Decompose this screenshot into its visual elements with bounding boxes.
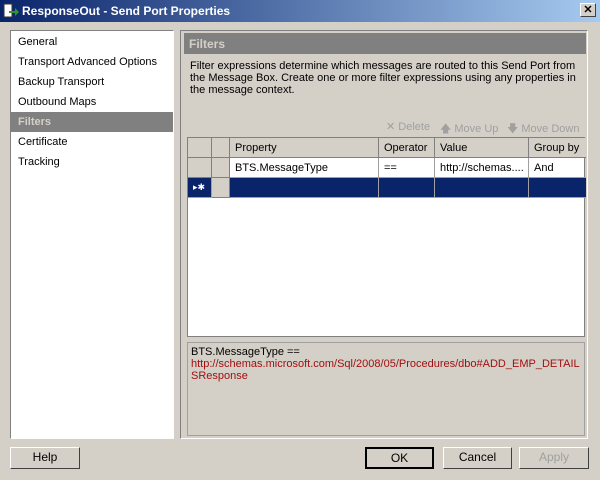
nav-item-backup-transport[interactable]: Backup Transport	[11, 72, 173, 92]
nav-item-tracking[interactable]: Tracking	[11, 152, 173, 172]
column-header-property[interactable]: Property	[230, 138, 379, 158]
delete-icon: ✕	[386, 121, 399, 133]
column-header-value[interactable]: Value	[435, 138, 529, 158]
send-port-icon	[3, 3, 19, 18]
apply-button[interactable]: Apply	[519, 447, 589, 469]
arrow-up-icon: 🡅	[440, 123, 455, 135]
expression-text: BTS.MessageType ==	[191, 346, 300, 358]
expression-value: http://schemas.microsoft.com/Sql/2008/05…	[191, 358, 580, 382]
nav-item-filters[interactable]: Filters	[11, 112, 173, 132]
nav-item-certificate[interactable]: Certificate	[11, 132, 173, 152]
column-header-group-by[interactable]: Group by	[529, 138, 586, 158]
new-row-group-cell	[212, 178, 230, 198]
expression-preview: BTS.MessageType == http://schemas.micros…	[187, 342, 585, 436]
ok-button[interactable]: OK	[365, 447, 434, 469]
window-title: ResponseOut - Send Port Properties	[22, 4, 231, 18]
new-cell-group-by[interactable]	[529, 178, 586, 198]
panel-description: Filter expressions determine which messa…	[190, 60, 576, 96]
new-cell-property[interactable]	[230, 178, 379, 198]
group-header	[212, 138, 230, 158]
arrow-down-icon: 🡇	[507, 123, 522, 135]
new-cell-value[interactable]	[435, 178, 529, 198]
filter-grid: Property Operator Value Group by BTS.Mes…	[187, 137, 586, 337]
nav-item-general[interactable]: General	[11, 32, 173, 52]
nav-item-transport-advanced[interactable]: Transport Advanced Options	[11, 52, 173, 72]
cell-property[interactable]: BTS.MessageType	[230, 158, 379, 178]
corner-header	[188, 138, 212, 158]
settings-nav: General Transport Advanced Options Backu…	[10, 30, 174, 439]
new-row-marker[interactable]: ▸✱	[188, 178, 212, 198]
title-bar: ResponseOut - Send Port Properties ✕	[0, 0, 600, 22]
nav-item-outbound-maps[interactable]: Outbound Maps	[11, 92, 173, 112]
cell-operator[interactable]: ==	[379, 158, 435, 178]
row-header[interactable]	[188, 158, 212, 178]
help-button[interactable]: Help	[10, 447, 80, 469]
column-header-operator[interactable]: Operator	[379, 138, 435, 158]
delete-button[interactable]: ✕ Delete	[386, 120, 430, 133]
cell-value[interactable]: http://schemas....	[435, 158, 529, 178]
cancel-button[interactable]: Cancel	[443, 447, 512, 469]
cell-group-by[interactable]: And	[529, 158, 586, 178]
new-cell-operator[interactable]	[379, 178, 435, 198]
close-button[interactable]: ✕	[580, 3, 596, 17]
panel-title: Filters	[184, 33, 586, 54]
row-group-cell	[212, 158, 230, 178]
